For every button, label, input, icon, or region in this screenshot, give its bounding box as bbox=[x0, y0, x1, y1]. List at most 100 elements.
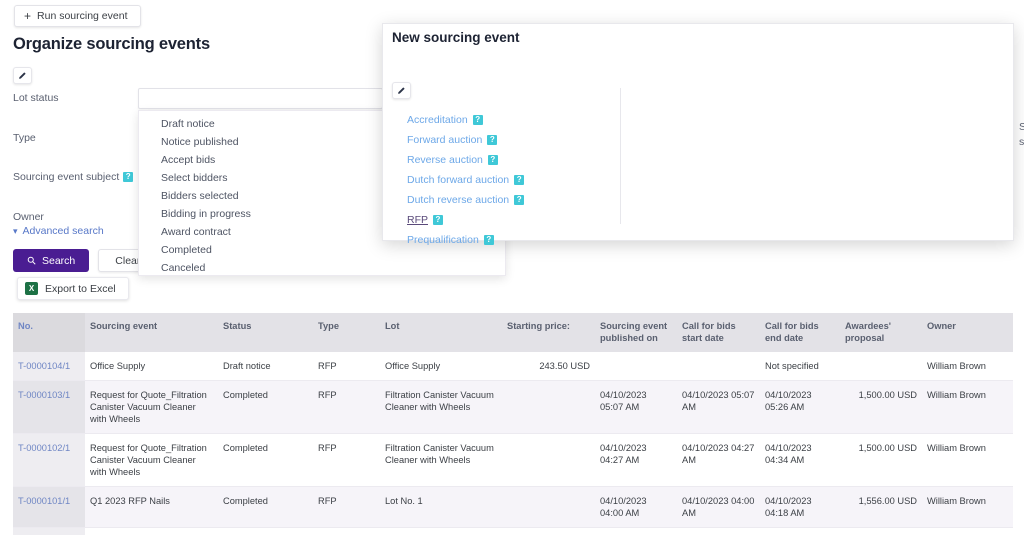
search-button[interactable]: Search bbox=[13, 249, 90, 272]
filter-label: Lot status bbox=[13, 92, 59, 104]
cell-owner: William Brown bbox=[922, 527, 1013, 535]
column-header-starting-price[interactable]: Starting price: bbox=[502, 313, 595, 352]
pencil-icon bbox=[19, 72, 26, 79]
event-type-accreditation[interactable]: Accreditation ? bbox=[407, 110, 524, 130]
help-icon[interactable]: ? bbox=[433, 215, 443, 225]
event-type-rfp[interactable]: RFP ? bbox=[407, 210, 524, 230]
dropdown-option[interactable]: Canceled bbox=[139, 259, 505, 277]
table-row[interactable]: T-0000100/1 Request for Quote Empty Liqu… bbox=[13, 527, 1013, 535]
clear-button-label: Clear bbox=[115, 254, 141, 267]
results-table: No. Sourcing event Status Type Lot Start… bbox=[13, 313, 1013, 535]
table-header-row: No. Sourcing event Status Type Lot Start… bbox=[13, 313, 1013, 352]
cell-awardees-proposal: 1,500.00 USD bbox=[840, 433, 922, 487]
cell-lot[interactable]: Filtration Canister Vacuum Cleaner with … bbox=[380, 380, 502, 434]
search-icon bbox=[27, 256, 36, 265]
cell-awardees-proposal bbox=[840, 527, 922, 535]
cell-lot[interactable]: Lot No. 1 bbox=[380, 527, 502, 535]
cell-lot[interactable]: Office Supply bbox=[380, 352, 502, 381]
cell-sourcing-event[interactable]: Request for Quote Empty Liquid Bottle bbox=[85, 527, 218, 535]
cell-starting-price bbox=[502, 486, 595, 528]
column-header-type[interactable]: Type bbox=[313, 313, 380, 352]
cell-type: RFP bbox=[313, 380, 380, 434]
run-sourcing-event-button[interactable]: + Run sourcing event bbox=[14, 5, 141, 27]
cell-bids-start: 04/19/2023 12:37 AM bbox=[677, 527, 760, 535]
cell-no[interactable]: T-0000101/1 bbox=[13, 486, 85, 528]
help-icon[interactable]: ? bbox=[472, 115, 483, 125]
table-row[interactable]: T-0000103/1 Request for Quote_Filtration… bbox=[13, 380, 1013, 434]
export-to-excel-label: Export to Excel bbox=[45, 282, 116, 295]
event-type-dutch-reverse-auction[interactable]: Dutch reverse auction ? bbox=[407, 190, 525, 210]
filter-label: Type bbox=[13, 131, 36, 144]
filter-label: Sourcing event subject bbox=[13, 171, 120, 183]
table-row[interactable]: T-0000102/1 Request for Quote_Filtration… bbox=[13, 433, 1013, 487]
table-row[interactable]: T-0000104/1 Office Supply Draft notice R… bbox=[13, 352, 1013, 381]
lot-status-input[interactable] bbox=[138, 88, 383, 109]
dialog-edit-button[interactable] bbox=[392, 82, 411, 99]
cell-owner: William Brown bbox=[922, 380, 1013, 434]
cell-starting-price: 125.00 USD bbox=[502, 527, 595, 535]
cell-starting-price: 243.50 USD bbox=[502, 352, 595, 381]
cell-sourcing-event[interactable]: Office Supply bbox=[85, 352, 218, 381]
event-type-label: Forward auction bbox=[407, 134, 483, 146]
cell-bids-start: 04/10/2023 04:27 AM bbox=[677, 433, 760, 487]
help-icon[interactable]: ? bbox=[123, 172, 134, 182]
table-row[interactable]: T-0000101/1 Q1 2023 RFP Nails Completed … bbox=[13, 486, 1013, 528]
help-icon[interactable]: ? bbox=[514, 195, 525, 205]
advanced-search-toggle[interactable]: ▾ Advanced search bbox=[13, 225, 104, 237]
cell-no[interactable]: T-0000100/1 bbox=[13, 527, 85, 535]
column-header-lot[interactable]: Lot bbox=[380, 313, 502, 352]
cell-lot[interactable]: Lot No. 1 bbox=[380, 486, 502, 528]
subject-label-text: Sourcing event subject bbox=[1019, 121, 1024, 148]
cell-type: RFP bbox=[313, 352, 380, 381]
column-header-sourcing-event[interactable]: Sourcing event bbox=[85, 313, 218, 352]
chevron-down-icon: ▾ bbox=[13, 225, 18, 236]
cell-no[interactable]: T-0000104/1 bbox=[13, 352, 85, 381]
plus-icon: + bbox=[24, 9, 32, 23]
cell-status: Accept bids bbox=[218, 527, 313, 535]
cell-published-on: 04/10/2023 05:07 AM bbox=[595, 380, 677, 434]
filter-field-lot-status: Lot status bbox=[13, 88, 138, 108]
export-to-excel-button[interactable]: X Export to Excel bbox=[17, 277, 129, 300]
column-header-bids-end[interactable]: Call for bids end date bbox=[760, 313, 840, 352]
column-header-awardees-proposal[interactable]: Awardees' proposal bbox=[840, 313, 922, 352]
edit-filters-button[interactable] bbox=[13, 67, 32, 84]
help-icon[interactable]: ? bbox=[487, 155, 498, 165]
filter-field-type: Type bbox=[13, 128, 138, 148]
new-sourcing-event-dialog: New sourcing event Accreditation ? Forwa… bbox=[382, 23, 1024, 246]
column-header-published-on[interactable]: Sourcing event published on bbox=[595, 313, 677, 352]
event-type-forward-auction[interactable]: Forward auction ? bbox=[407, 130, 524, 150]
cell-no[interactable]: T-0000103/1 bbox=[13, 380, 85, 434]
cell-bids-start: 04/10/2023 04:00 AM bbox=[677, 486, 760, 528]
cell-bids-end: 04/10/2023 04:34 AM bbox=[760, 433, 840, 487]
event-type-list: Accreditation ? Forward auction ? Revers… bbox=[407, 110, 525, 250]
event-type-label: Dutch forward auction bbox=[407, 174, 510, 186]
excel-icon: X bbox=[25, 282, 38, 295]
cell-sourcing-event[interactable]: Q1 2023 RFP Nails bbox=[85, 486, 218, 528]
help-icon[interactable]: ? bbox=[483, 235, 494, 245]
help-icon[interactable]: ? bbox=[514, 175, 525, 185]
page-title: Organize sourcing events bbox=[13, 35, 210, 53]
column-header-bids-start[interactable]: Call for bids start date bbox=[677, 313, 760, 352]
cell-sourcing-event[interactable]: Request for Quote_Filtration Canister Va… bbox=[85, 433, 218, 487]
cell-lot[interactable]: Filtration Canister Vacuum Cleaner with … bbox=[380, 433, 502, 487]
event-type-dutch-forward-auction[interactable]: Dutch forward auction ? bbox=[407, 170, 525, 190]
cell-sourcing-event[interactable]: Request for Quote_Filtration Canister Va… bbox=[85, 380, 218, 434]
column-header-no[interactable]: No. bbox=[13, 313, 85, 352]
cell-owner: William Brown bbox=[922, 352, 1013, 381]
event-type-prequalification[interactable]: Prequalification ? bbox=[407, 230, 524, 250]
cell-no[interactable]: T-0000102/1 bbox=[13, 433, 85, 487]
cell-bids-start bbox=[677, 352, 760, 381]
cell-awardees-proposal: 1,500.00 USD bbox=[840, 380, 922, 434]
column-header-status[interactable]: Status bbox=[218, 313, 313, 352]
column-header-owner[interactable]: Owner bbox=[922, 313, 1013, 352]
filter-field-owner: Owner bbox=[13, 207, 138, 227]
cell-bids-end: 04/10/2023 04:18 AM bbox=[760, 486, 840, 528]
advanced-search-label: Advanced search bbox=[22, 225, 104, 237]
event-type-reverse-auction[interactable]: Reverse auction ? bbox=[407, 150, 524, 170]
help-icon[interactable]: ? bbox=[487, 135, 498, 145]
cell-status: Completed bbox=[218, 380, 313, 434]
cell-owner: William Brown bbox=[922, 433, 1013, 487]
filter-field-sourcing-event-subject: Sourcing event subject ? bbox=[13, 167, 138, 187]
cell-published-on: 04/10/2023 04:00 AM bbox=[595, 486, 677, 528]
run-sourcing-event-label: Run sourcing event bbox=[37, 10, 128, 22]
